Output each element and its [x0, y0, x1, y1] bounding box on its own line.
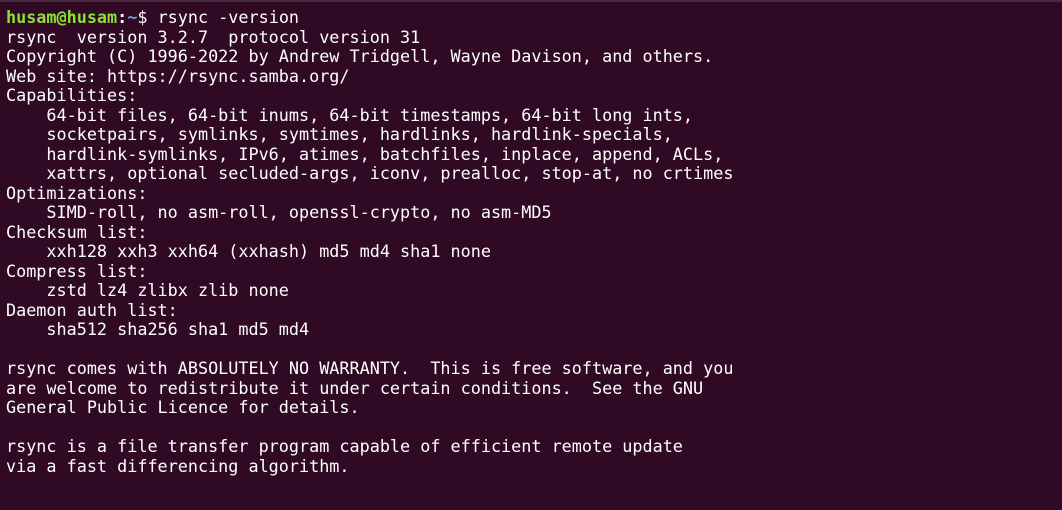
output-line: Capabilities: [6, 85, 138, 105]
output-line: are welcome to redistribute it under cer… [6, 377, 704, 398]
output-line: rsync version 3.2.7 protocol version 31 [6, 26, 421, 47]
output-line: xxh128 xxh3 xxh64 (xxhash) md5 md4 sha1 … [6, 241, 491, 261]
output-line: Web site: https://rsync.samba.org/ [6, 65, 350, 86]
command-text: rsync -version [157, 7, 300, 27]
output-line: sha512 sha256 sha1 md5 md4 [6, 319, 310, 339]
output-line: SIMD-roll, no asm-roll, openssl-crypto, … [6, 202, 552, 222]
terminal-window[interactable]: husam@husam:~$ rsync -version rsync vers… [0, 0, 1062, 510]
output-line: Copyright (C) 1996-2022 by Andrew Tridge… [6, 46, 714, 66]
prompt-symbol: $ [137, 7, 158, 27]
output-line: zstd lz4 zlibx zlib none [6, 280, 289, 300]
output-line: hardlink-symlinks, IPv6, atimes, batchfi… [6, 143, 724, 164]
output-line: Daemon auth list: [6, 299, 178, 320]
prompt-path: ~ [127, 7, 138, 27]
prompt-line: husam@husam:~$ rsync -version [6, 7, 1062, 28]
output-line: 64-bit files, 64-bit inums, 64-bit times… [6, 104, 694, 125]
prompt-separator: : [117, 7, 128, 27]
output-line: socketpairs, symlinks, symtimes, hardlin… [6, 124, 673, 144]
output-line: Optimizations: [6, 182, 148, 203]
output-line: rsync is a file transfer program capable… [6, 436, 683, 456]
output-line: Compress list: [6, 260, 148, 281]
output-line: rsync comes with ABSOLUTELY NO WARRANTY.… [6, 358, 734, 378]
output-line: General Public Licence for details. [6, 397, 360, 417]
output-line: via a fast differencing algorithm. [6, 455, 350, 476]
output-line: Checksum list: [6, 221, 148, 242]
output-line: xattrs, optional secluded-args, iconv, p… [6, 163, 734, 183]
prompt-user-host: husam@husam [6, 7, 118, 27]
